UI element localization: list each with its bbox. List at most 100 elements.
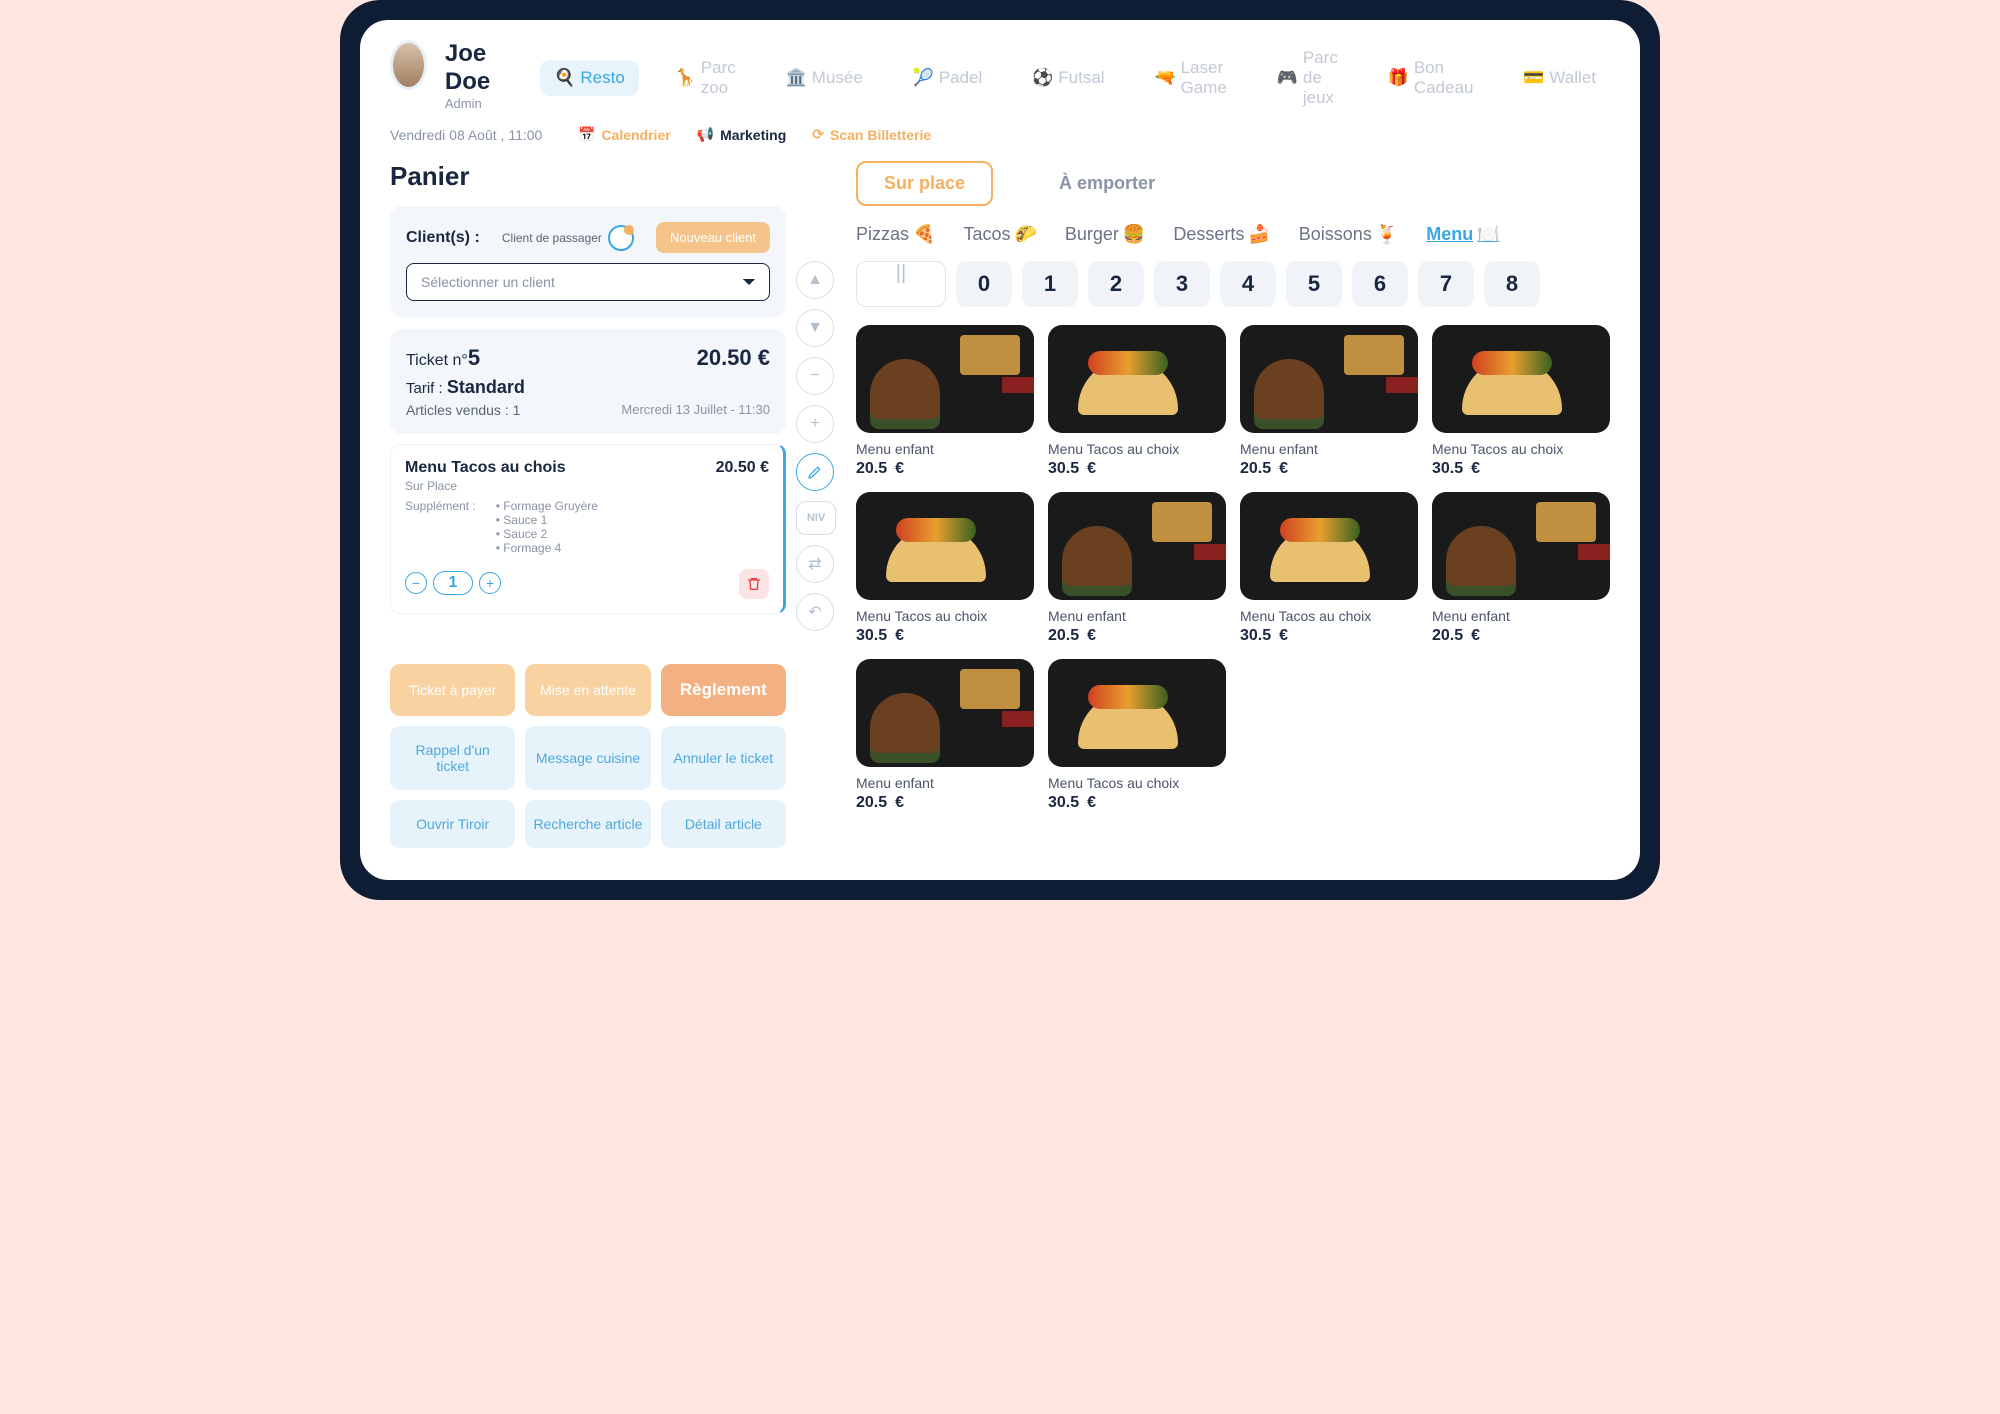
swap-button[interactable]: ⇄ bbox=[796, 545, 834, 583]
numpad-4[interactable]: 4 bbox=[1220, 261, 1276, 307]
menu-item-price: 20.5€ bbox=[1048, 627, 1226, 645]
menu-item[interactable]: Menu enfant 20.5€ bbox=[1048, 492, 1226, 645]
menu-item-name: Menu enfant bbox=[1432, 608, 1610, 624]
arrow-up-button[interactable]: ▲ bbox=[796, 261, 834, 299]
numpad-7[interactable]: 7 bbox=[1418, 261, 1474, 307]
nav-item-parc-zoo[interactable]: 🦒Parc zoo bbox=[661, 50, 750, 106]
message-cuisine-button[interactable]: Message cuisine bbox=[525, 726, 650, 790]
avatar[interactable] bbox=[390, 40, 427, 90]
nav-label: Futsal bbox=[1058, 68, 1104, 88]
sub-nav: 📅 Calendrier 📢 Marketing ⟳ Scan Billette… bbox=[578, 126, 931, 143]
category-tab-desserts[interactable]: Desserts 🍰 bbox=[1173, 224, 1270, 245]
panier-title: Panier bbox=[390, 161, 786, 192]
nav-icon: 🎾 bbox=[913, 68, 933, 88]
category-tab-pizzas[interactable]: Pizzas 🍕 bbox=[856, 224, 935, 245]
numpad-5[interactable]: 5 bbox=[1286, 261, 1342, 307]
user-name: Joe Doe bbox=[445, 40, 511, 96]
mode-sur-place[interactable]: Sur place bbox=[856, 161, 993, 206]
client-passager-icon[interactable] bbox=[608, 225, 634, 251]
numpad-3[interactable]: 3 bbox=[1154, 261, 1210, 307]
menu-item[interactable]: Menu enfant 20.5€ bbox=[856, 659, 1034, 812]
left-panel: Panier Client(s) : Client de passager No… bbox=[390, 161, 786, 848]
category-tab-boissons[interactable]: Boissons 🍹 bbox=[1299, 224, 1398, 245]
minus-button[interactable]: − bbox=[796, 357, 834, 395]
nav-item-wallet[interactable]: 💳Wallet bbox=[1509, 60, 1610, 96]
menu-item[interactable]: Menu enfant 20.5€ bbox=[1432, 492, 1610, 645]
delete-item-button[interactable] bbox=[739, 569, 769, 599]
menu-image bbox=[856, 492, 1034, 600]
nav-label: Parc de jeux bbox=[1303, 48, 1338, 108]
category-tab-tacos[interactable]: Tacos 🌮 bbox=[963, 224, 1036, 245]
numpad-1[interactable]: 1 bbox=[1022, 261, 1078, 307]
nav-item-musée[interactable]: 🏛️Musée bbox=[772, 60, 877, 96]
action-grid: Ticket à payer Mise en attente Règlement… bbox=[390, 664, 786, 848]
supp-item: Sauce 1 bbox=[496, 513, 598, 527]
subnav-marketing[interactable]: 📢 Marketing bbox=[697, 126, 787, 143]
niv-button[interactable]: NIV bbox=[796, 501, 836, 535]
menu-item[interactable]: Menu Tacos au choix 30.5€ bbox=[1240, 492, 1418, 645]
detail-article-button[interactable]: Détail article bbox=[661, 800, 786, 848]
qty-value: 1 bbox=[433, 571, 473, 595]
numpad-8[interactable]: 8 bbox=[1484, 261, 1540, 307]
rappel-ticket-button[interactable]: Rappel d'un ticket bbox=[390, 726, 515, 790]
cat-emoji-icon: 🍹 bbox=[1376, 224, 1398, 245]
undo-button[interactable]: ↶ bbox=[796, 593, 834, 631]
mode-a-emporter[interactable]: À emporter bbox=[1033, 163, 1181, 204]
menu-item[interactable]: Menu Tacos au choix 30.5€ bbox=[1432, 325, 1610, 478]
menu-item-price: 30.5€ bbox=[1432, 460, 1610, 478]
annuler-ticket-button[interactable]: Annuler le ticket bbox=[661, 726, 786, 790]
nav-item-resto[interactable]: 🍳Resto bbox=[540, 60, 638, 96]
menu-image bbox=[1240, 492, 1418, 600]
numpad-0[interactable]: 0 bbox=[956, 261, 1012, 307]
nav-label: Wallet bbox=[1549, 68, 1596, 88]
header: Joe Doe Admin 🍳Resto🦒Parc zoo🏛️Musée🎾Pad… bbox=[390, 40, 1610, 116]
qty-minus-button[interactable]: − bbox=[405, 572, 427, 594]
subnav-calendrier[interactable]: 📅 Calendrier bbox=[578, 126, 671, 143]
nav-item-bon-cadeau[interactable]: 🎁Bon Cadeau bbox=[1374, 50, 1488, 106]
nav-item-futsal[interactable]: ⚽ Futsal bbox=[1018, 60, 1118, 96]
menu-item[interactable]: Menu enfant 20.5€ bbox=[1240, 325, 1418, 478]
numpad: | 012345678 bbox=[856, 261, 1610, 307]
category-tab-burger[interactable]: Burger 🍔 bbox=[1065, 224, 1145, 245]
category-tab-menu[interactable]: Menu 🍽️ bbox=[1426, 224, 1499, 245]
mode-tabs: Sur place À emporter bbox=[856, 161, 1610, 206]
menu-item[interactable]: Menu Tacos au choix 30.5€ bbox=[1048, 325, 1226, 478]
menu-item[interactable]: Menu Tacos au choix 30.5€ bbox=[1048, 659, 1226, 812]
ticket-payer-button[interactable]: Ticket à payer bbox=[390, 664, 515, 716]
nav-item-parc-de-jeux[interactable]: 🎮Parc de jeux bbox=[1263, 40, 1352, 116]
subnav-scan-label: Scan Billetterie bbox=[830, 127, 931, 143]
qty-plus-button[interactable]: + bbox=[479, 572, 501, 594]
nav-icon: 🦒 bbox=[675, 68, 695, 88]
mise-attente-button[interactable]: Mise en attente bbox=[525, 664, 650, 716]
date-label: Vendredi 08 Août , 11:00 bbox=[390, 127, 548, 143]
menu-item[interactable]: Menu enfant 20.5€ bbox=[856, 325, 1034, 478]
edit-button[interactable] bbox=[796, 453, 834, 491]
arrow-down-button[interactable]: ▼ bbox=[796, 309, 834, 347]
numpad-6[interactable]: 6 bbox=[1352, 261, 1408, 307]
nav-label: Padel bbox=[939, 68, 982, 88]
nav-item-laser-game[interactable]: 🔫Laser Game bbox=[1141, 50, 1241, 106]
numpad-2[interactable]: 2 bbox=[1088, 261, 1144, 307]
menu-item-name: Menu Tacos au choix bbox=[856, 608, 1034, 624]
ticket-no-label: Ticket n° bbox=[406, 352, 468, 369]
menu-image bbox=[1048, 492, 1226, 600]
menu-item[interactable]: Menu Tacos au choix 30.5€ bbox=[856, 492, 1034, 645]
trash-icon bbox=[746, 576, 762, 592]
recherche-article-button[interactable]: Recherche article bbox=[525, 800, 650, 848]
ticket-total: 20.50 € bbox=[697, 345, 770, 371]
reglement-button[interactable]: Règlement bbox=[661, 664, 786, 716]
quantity-input[interactable]: | bbox=[856, 261, 946, 307]
ouvrir-tiroir-button[interactable]: Ouvrir Tiroir bbox=[390, 800, 515, 848]
menu-item-price: 30.5€ bbox=[1240, 627, 1418, 645]
nav-icon: ⚽ bbox=[1032, 68, 1052, 88]
menu-item-name: Menu enfant bbox=[856, 441, 1034, 457]
plus-button[interactable]: + bbox=[796, 405, 834, 443]
nav-label: Bon Cadeau bbox=[1414, 58, 1474, 98]
nav-item-padel[interactable]: 🎾 Padel bbox=[899, 60, 996, 96]
client-select[interactable]: Sélectionner un client bbox=[406, 263, 770, 301]
cat-label: Tacos bbox=[963, 224, 1010, 245]
client-passager: Client de passager bbox=[502, 225, 634, 251]
new-client-button[interactable]: Nouveau client bbox=[656, 222, 770, 253]
nav-label: Laser Game bbox=[1181, 58, 1227, 98]
subnav-scan[interactable]: ⟳ Scan Billetterie bbox=[812, 126, 931, 143]
